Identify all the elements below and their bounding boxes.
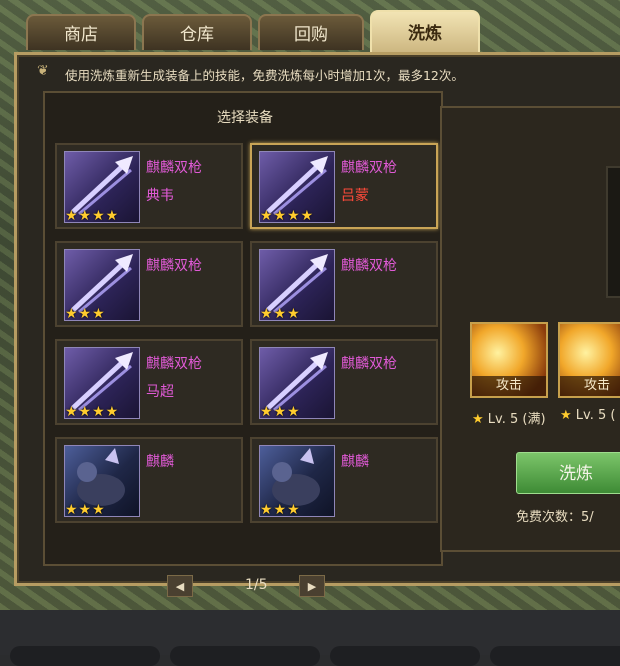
next-page-button[interactable]: ▶: [299, 575, 325, 597]
equipment-slot[interactable]: ★★★ 麒麟: [55, 437, 243, 523]
item-name: 麒麟: [146, 454, 174, 470]
attack-skill-icon[interactable]: 攻击: [470, 322, 548, 398]
info-text: 使用洗炼重新生成装备上的技能，免费洗炼每小时增加1次，最多12次。: [65, 68, 464, 83]
rarity-stars: ★★★: [260, 306, 301, 322]
bottom-tab: [330, 646, 480, 666]
game-background: 商店 仓库 回购 洗炼 ❦ 使用洗炼重新生成装备上的技能，免费洗炼每小时增加1次…: [0, 0, 620, 610]
panel-title: 选择装备: [217, 110, 273, 126]
rarity-stars: ★★★: [65, 306, 106, 322]
page-indicator: 1/5: [245, 577, 268, 593]
bottom-tab: [10, 646, 160, 666]
equipped-general: 吕蒙: [341, 188, 369, 204]
equipment-slot[interactable]: ★★★★ 麒麟双枪 典韦: [55, 143, 243, 229]
rarity-stars: ★★★★: [65, 404, 120, 420]
tab-warehouse[interactable]: 仓库: [142, 14, 252, 50]
free-count: 免费次数：5/: [516, 510, 594, 525]
equipped-general: 典韦: [146, 188, 174, 204]
item-name: 麒麟: [341, 454, 369, 470]
item-name: 麒麟双枪: [146, 160, 202, 176]
item-name: 麒麟双枪: [341, 160, 397, 176]
refine-button[interactable]: 洗炼: [516, 452, 620, 494]
skill-level: ★ Lv. 5 (满): [472, 412, 546, 427]
equipment-slot-selected[interactable]: ★★★★ 麒麟双枪 吕蒙: [250, 143, 438, 229]
rarity-stars: ★★★: [260, 502, 301, 518]
equipment-slot[interactable]: ★★★ 麒麟双枪: [250, 241, 438, 327]
rarity-stars: ★★★★: [65, 208, 120, 224]
equipment-slot[interactable]: ★★★ 麒麟双枪: [250, 339, 438, 425]
rarity-stars: ★★★: [260, 404, 301, 420]
item-name: 麒麟双枪: [146, 258, 202, 274]
equipment-slot[interactable]: ★★★★ 麒麟双枪 马超: [55, 339, 243, 425]
rarity-stars: ★★★: [65, 502, 106, 518]
skill-label: 攻击: [472, 376, 546, 396]
bottom-tab: [170, 646, 320, 666]
item-preview-frame: [606, 166, 620, 298]
item-name: 麒麟双枪: [146, 356, 202, 372]
tab-refine[interactable]: 洗炼: [370, 10, 480, 52]
attack-skill-icon[interactable]: 攻击: [558, 322, 620, 398]
tab-buyback[interactable]: 回购: [258, 14, 364, 50]
bottom-bar: [0, 610, 620, 666]
bottom-tab: [490, 646, 620, 666]
star-icon: ★: [472, 412, 488, 427]
scroll-ornament-icon: ❦: [37, 63, 49, 79]
skill-level: ★ Lv. 5 (: [560, 408, 616, 423]
rarity-stars: ★★★★: [260, 208, 315, 224]
star-icon: ★: [560, 408, 576, 423]
tab-shop[interactable]: 商店: [26, 14, 136, 50]
equipment-slot[interactable]: ★★★ 麒麟双枪: [55, 241, 243, 327]
prev-page-button[interactable]: ◀: [167, 575, 193, 597]
item-name: 麒麟双枪: [341, 258, 397, 274]
skill-label: 攻击: [560, 376, 620, 396]
item-name: 麒麟双枪: [341, 356, 397, 372]
equipped-general: 马超: [146, 384, 174, 400]
equipment-list-panel: 选择装备 ★★★★ 麒麟双枪 典韦 ★★★★ 麒麟双枪 吕蒙 ★★★ 麒麟双枪 …: [43, 91, 443, 566]
equipment-slot[interactable]: ★★★ 麒麟: [250, 437, 438, 523]
